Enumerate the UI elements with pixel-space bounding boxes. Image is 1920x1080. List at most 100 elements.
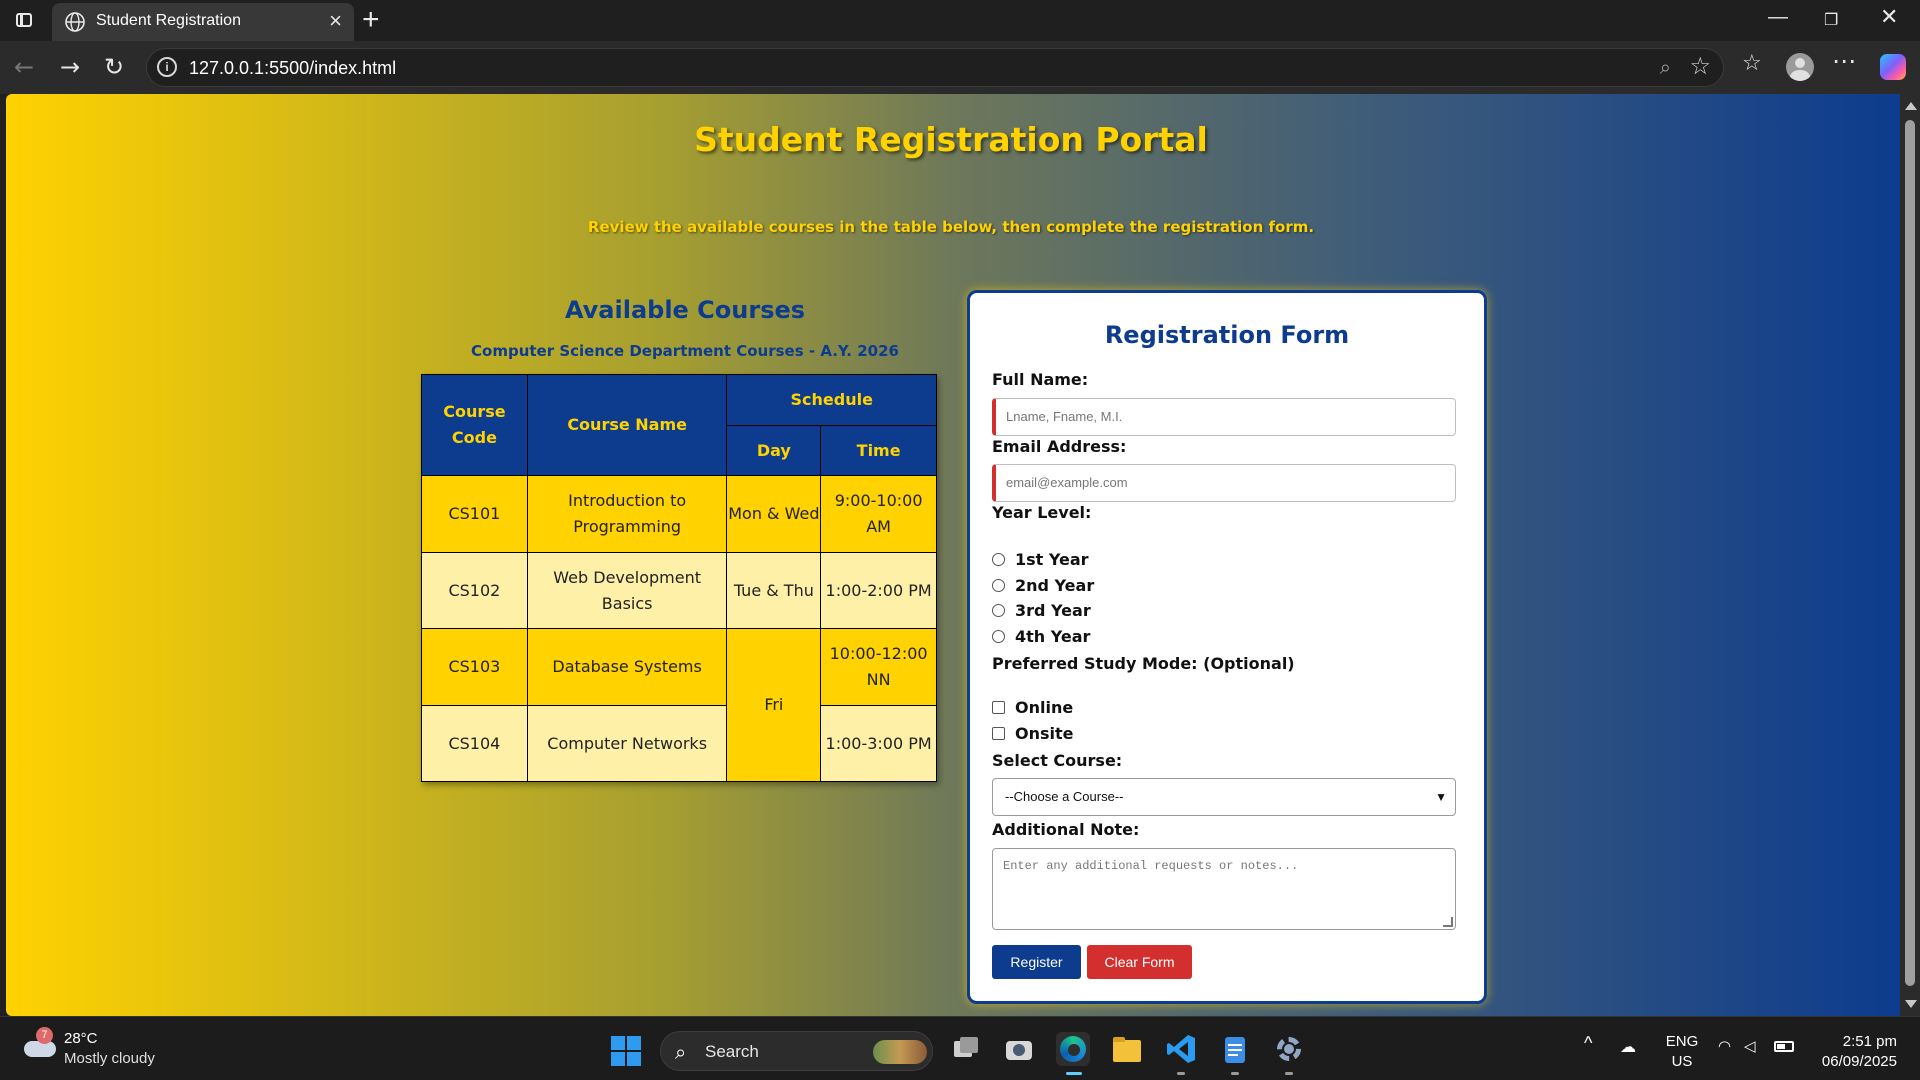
language-code: ENG bbox=[1665, 1033, 1699, 1050]
year-radio[interactable] bbox=[992, 578, 1005, 592]
mode-checkbox[interactable] bbox=[992, 726, 1005, 740]
weather-temperature[interactable]: 28°C bbox=[64, 1030, 98, 1047]
course-select[interactable]: --Choose a Course-- ▼ bbox=[992, 778, 1456, 816]
open-app-indicator bbox=[1177, 1072, 1185, 1075]
table-row: CS101 Introduction to Programming Mon & … bbox=[421, 475, 937, 553]
profile-avatar[interactable] bbox=[1786, 53, 1814, 81]
close-tab-icon[interactable]: × bbox=[329, 10, 342, 32]
full-name-input[interactable]: Lname, Fname, M.I. bbox=[992, 398, 1456, 436]
table-row: CS104 Computer Networks 1:00-3:00 PM bbox=[421, 705, 937, 782]
register-button[interactable]: Register bbox=[992, 945, 1081, 979]
tab-title: Student Registration bbox=[96, 12, 241, 29]
table-row: CS102 Web Development Basics Tue & Thu 1… bbox=[421, 552, 937, 629]
url-text[interactable]: 127.0.0.1:5500/index.html bbox=[189, 58, 396, 79]
taskbar-search[interactable]: ⌕ Search bbox=[660, 1031, 933, 1071]
volume-icon[interactable]: ◁ bbox=[1744, 1037, 1756, 1055]
clear-form-button[interactable]: Clear Form bbox=[1087, 945, 1192, 979]
page-scrollbar[interactable] bbox=[1900, 94, 1920, 1016]
year-option[interactable]: 1st Year bbox=[992, 548, 1089, 570]
mode-option[interactable]: Onsite bbox=[992, 722, 1074, 744]
window-close-icon[interactable]: ✕ bbox=[1880, 4, 1898, 30]
windows-start-icon[interactable] bbox=[611, 1036, 641, 1066]
weather-description[interactable]: Mostly cloudy bbox=[64, 1050, 155, 1067]
search-icon: ⌕ bbox=[675, 1040, 687, 1064]
scroll-down-icon[interactable] bbox=[1905, 1000, 1917, 1008]
vscode-icon[interactable] bbox=[1164, 1032, 1198, 1066]
course-select-value: --Choose a Course-- bbox=[1005, 789, 1124, 804]
new-tab-icon[interactable]: + bbox=[362, 4, 380, 36]
settings-gear-icon[interactable] bbox=[1272, 1032, 1306, 1066]
scroll-up-icon[interactable] bbox=[1905, 102, 1917, 110]
course-time-cell: 1:00-2:00 PM bbox=[820, 552, 937, 629]
course-time-cell: 1:00-3:00 PM bbox=[820, 705, 937, 782]
course-code-cell: CS104 bbox=[421, 705, 528, 782]
back-icon[interactable]: ← bbox=[8, 51, 40, 83]
notepad-icon[interactable] bbox=[1218, 1032, 1252, 1066]
weather-cloud-icon[interactable]: 7 bbox=[22, 1027, 56, 1057]
restore-icon[interactable]: ❐ bbox=[1824, 10, 1838, 30]
page-viewport: Student Registration Portal Review the a… bbox=[6, 94, 1900, 1016]
note-placeholder: Enter any additional requests or notes..… bbox=[1003, 859, 1299, 873]
browser-toolbar: ← → ↻ i 127.0.0.1:5500/index.html ⌕ ☆ ☆ … bbox=[0, 41, 1920, 94]
header-time: Time bbox=[820, 425, 937, 476]
year-radio[interactable] bbox=[992, 603, 1005, 617]
email-label: Email Address: bbox=[992, 437, 1127, 456]
favorites-icon[interactable]: ☆ bbox=[1742, 51, 1762, 76]
year-radio[interactable] bbox=[992, 552, 1005, 566]
courses-heading: Available Courses bbox=[564, 296, 806, 324]
mode-option-label: Online bbox=[1015, 697, 1074, 717]
header-course-code: Course Code bbox=[421, 374, 528, 476]
globe-icon bbox=[65, 12, 85, 32]
email-input[interactable]: email@example.com bbox=[992, 464, 1456, 502]
zoom-icon[interactable]: ⌕ bbox=[1660, 55, 1671, 79]
resize-grip-icon[interactable] bbox=[1443, 917, 1453, 927]
search-highlight-image bbox=[873, 1040, 927, 1064]
course-day-cell: Mon & Wed bbox=[726, 475, 822, 553]
camera-app-icon[interactable] bbox=[1002, 1032, 1036, 1066]
year-option[interactable]: 4th Year bbox=[992, 625, 1090, 647]
minimize-icon[interactable]: — bbox=[1768, 6, 1788, 29]
courses-caption: Computer Science Department Courses - A.… bbox=[471, 342, 899, 360]
mode-checkbox[interactable] bbox=[992, 700, 1005, 714]
scrollbar-thumb[interactable] bbox=[1905, 120, 1915, 986]
course-time-cell: 9:00-10:00 AM bbox=[820, 475, 937, 553]
open-app-indicator bbox=[1285, 1072, 1293, 1075]
year-option[interactable]: 2nd Year bbox=[992, 574, 1094, 596]
browser-tab[interactable]: Student Registration × bbox=[52, 3, 354, 41]
wifi-icon[interactable]: ◠ bbox=[1718, 1037, 1731, 1055]
file-explorer-icon[interactable] bbox=[1110, 1032, 1144, 1066]
year-option[interactable]: 3rd Year bbox=[992, 599, 1091, 621]
clock-time: 2:51 pm bbox=[1842, 1033, 1897, 1050]
more-options-icon[interactable]: ⋯ bbox=[1832, 47, 1856, 75]
system-clock[interactable]: 2:51 pm 06/09/2025 bbox=[1817, 1032, 1897, 1072]
forward-icon[interactable]: → bbox=[54, 51, 86, 83]
task-view-icon[interactable] bbox=[948, 1032, 982, 1066]
edge-browser-icon[interactable] bbox=[1056, 1032, 1090, 1066]
header-course-name: Course Name bbox=[526, 374, 728, 476]
tab-actions-icon[interactable] bbox=[12, 9, 36, 31]
course-code-cell: CS101 bbox=[421, 475, 528, 553]
language-indicator[interactable]: ENG US bbox=[1662, 1032, 1702, 1072]
site-info-icon[interactable]: i bbox=[157, 57, 177, 77]
course-day-cell: Tue & Thu bbox=[726, 552, 822, 629]
year-radio[interactable] bbox=[992, 629, 1005, 643]
copilot-icon[interactable] bbox=[1880, 54, 1906, 80]
address-bar[interactable]: i 127.0.0.1:5500/index.html ⌕ ☆ bbox=[146, 48, 1724, 87]
year-option-label: 3rd Year bbox=[1015, 600, 1091, 620]
course-name-cell: Introduction to Programming bbox=[526, 475, 728, 553]
page-subtitle: Review the available courses in the tabl… bbox=[587, 218, 1315, 236]
favorite-star-icon[interactable]: ☆ bbox=[1689, 52, 1711, 80]
chevron-up-icon[interactable]: ^ bbox=[1584, 1033, 1592, 1054]
battery-icon[interactable] bbox=[1774, 1041, 1794, 1052]
mode-option[interactable]: Online bbox=[992, 696, 1073, 718]
year-level-label: Year Level: bbox=[992, 503, 1092, 522]
refresh-icon[interactable]: ↻ bbox=[98, 51, 130, 83]
course-code-cell: CS102 bbox=[421, 552, 528, 629]
course-day-cell: Fri bbox=[726, 628, 822, 782]
note-label: Additional Note: bbox=[992, 820, 1140, 839]
region-code: US bbox=[1671, 1053, 1693, 1070]
note-textarea[interactable]: Enter any additional requests or notes..… bbox=[992, 848, 1456, 930]
onedrive-error-icon[interactable]: ☁ bbox=[1620, 1037, 1636, 1057]
search-label: Search bbox=[705, 1042, 759, 1061]
year-option-label: 1st Year bbox=[1015, 549, 1089, 569]
